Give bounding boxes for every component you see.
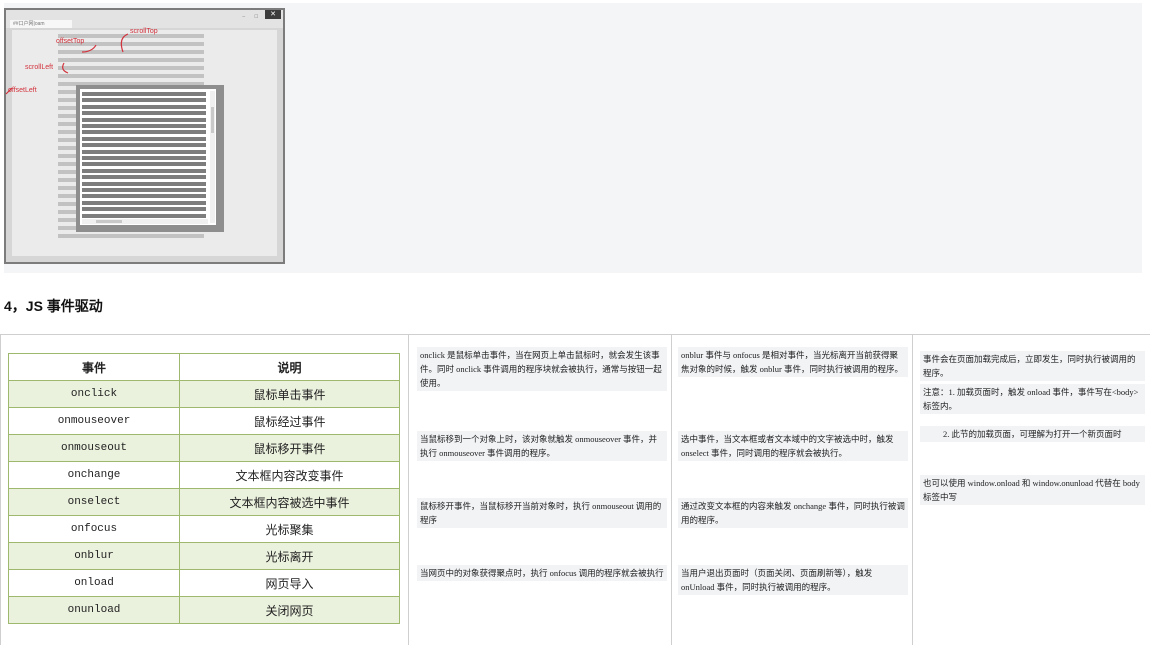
table-row: onunload 关闭网页	[8, 596, 400, 624]
event-name: onunload	[8, 596, 180, 624]
note-onblur: onblur 事件与 onfocus 是相对事件，当光标离开当前获得聚焦对象的时…	[678, 347, 908, 377]
event-name: onmouseout	[8, 434, 180, 462]
note-onchange: 通过改变文本框的内容来触发 onchange 事件，同时执行被调用的程序。	[678, 498, 908, 528]
event-name: onchange	[8, 461, 180, 489]
scroll-top-label: scrollTop	[130, 28, 158, 35]
events-section: 事件 说明 onclick 鼠标单击事件 onmouseover 鼠标经过事件 on…	[0, 334, 1150, 645]
event-desc: 光标聚集	[179, 515, 400, 543]
event-desc: 鼠标移开事件	[179, 434, 400, 462]
event-name: onfocus	[8, 515, 180, 543]
event-desc: 文本框内容改变事件	[179, 461, 400, 489]
offset-top-label: offsetTop	[56, 38, 85, 45]
header-event: 事件	[8, 353, 180, 381]
note-onunload: 当用户退出页面时（页面关闭、页面刷新等），触发 onUnload 事件，同时执行…	[678, 565, 908, 595]
notes-column-3	[671, 335, 913, 645]
scroll-offset-diagram: ##口户网|oam – ▫ ✕ offsetTop scrollTop scro…	[4, 8, 285, 264]
note-onload-caution: 注意：1. 加载页面时，触发 onload 事件，事件写在<body>标签内。	[920, 384, 1145, 414]
event-desc: 鼠标单击事件	[179, 380, 400, 408]
table-row: onmouseover 鼠标经过事件	[8, 407, 400, 435]
scroll-left-label: scrollLeft	[25, 64, 54, 71]
event-name: onload	[8, 569, 180, 597]
header-desc: 说明	[179, 353, 400, 381]
offset-left-label: offsetLeft	[8, 87, 37, 94]
table-row: onfocus 光标聚集	[8, 515, 400, 543]
table-row: onload 网页导入	[8, 569, 400, 597]
event-desc: 关闭网页	[179, 596, 400, 624]
table-row: onmouseout 鼠标移开事件	[8, 434, 400, 462]
event-name: onblur	[8, 542, 180, 570]
event-desc: 光标离开	[179, 542, 400, 570]
section-heading: 4，JS 事件驱动	[4, 298, 103, 314]
note-onclick: onclick 是鼠标单击事件，当在网页上单击鼠标时，就会发生该事件。同时 on…	[417, 347, 667, 391]
event-desc: 网页导入	[179, 569, 400, 597]
note-window-onload: 也可以使用 window.onload 和 window.onunload 代替…	[920, 475, 1145, 505]
event-desc: 鼠标经过事件	[179, 407, 400, 435]
note-onselect: 选中事件，当文本框或者文本域中的文字被选中时，触发 onselect 事件，同时…	[678, 431, 908, 461]
table-header-row: 事件 说明	[8, 353, 400, 381]
events-table: 事件 说明 onclick 鼠标单击事件 onmouseover 鼠标经过事件 on…	[8, 353, 400, 624]
note-onmouseover: 当鼠标移到一个对象上时，该对象就触发 onmouseover 事件，并执行 on…	[417, 431, 667, 461]
event-desc: 文本框内容被选中事件	[179, 488, 400, 516]
note-onmouseout: 鼠标移开事件，当鼠标移开当前对象时，执行 onmouseout 调用的程序	[417, 498, 667, 528]
table-row: onselect 文本框内容被选中事件	[8, 488, 400, 516]
table-row: onblur 光标离开	[8, 542, 400, 570]
table-row: onclick 鼠标单击事件	[8, 380, 400, 408]
event-name: onselect	[8, 488, 180, 516]
event-name: onmouseover	[8, 407, 180, 435]
annotation-arrows	[5, 33, 129, 95]
note-onload: 事件会在页面加载完成后，立即发生，同时执行被调用的程序。	[920, 351, 1145, 381]
event-name: onclick	[8, 380, 180, 408]
note-onload-page: 2. 此节的加载页面，可理解为打开一个新页面时	[920, 426, 1145, 442]
table-row: onchange 文本框内容改变事件	[8, 461, 400, 489]
note-onfocus: 当网页中的对象获得聚点时，执行 onfocus 调用的程序就会被执行	[417, 565, 667, 581]
